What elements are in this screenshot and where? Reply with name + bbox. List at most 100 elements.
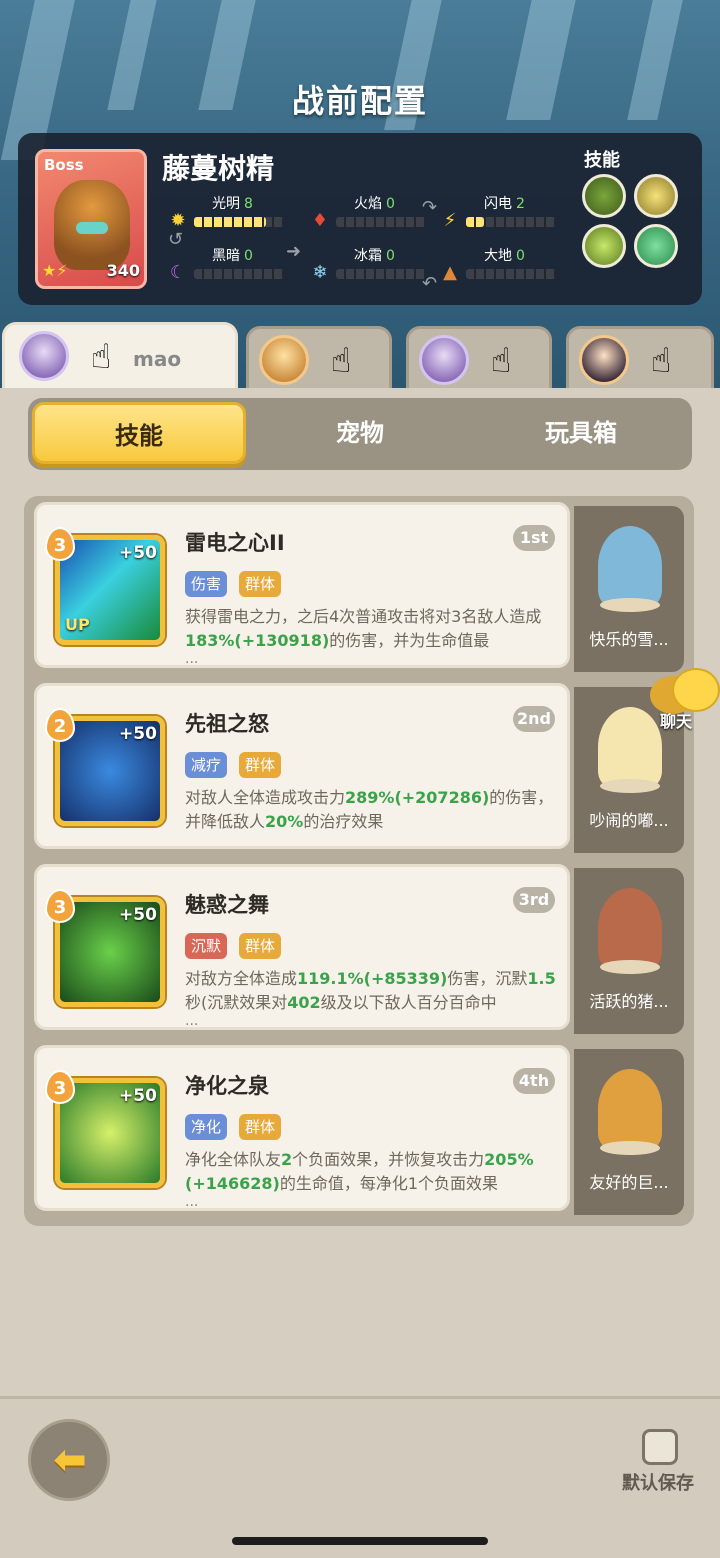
moon-icon: ☾ xyxy=(169,262,187,283)
stat-lightning: 闪电 2 ⚡ xyxy=(440,193,570,233)
pet-base xyxy=(600,779,660,793)
star-icon: ★⚡ xyxy=(42,261,68,280)
skill-tag: 群体 xyxy=(239,571,282,597)
skill-tag: 群体 xyxy=(239,1114,282,1140)
skill-tag: 净化 xyxy=(185,1114,228,1140)
back-button[interactable]: ⬅ xyxy=(28,1419,110,1501)
boss-tag: Boss xyxy=(44,156,84,174)
tab-toybox[interactable]: 玩具箱 xyxy=(474,402,688,464)
chat-button[interactable]: 聊天 xyxy=(648,668,720,732)
player-tab[interactable]: ☝ xyxy=(246,326,392,390)
pet-name: 吵闹的嘟... xyxy=(589,811,669,830)
default-save-label: 默认保存 xyxy=(622,1473,694,1494)
pet-figure xyxy=(598,888,662,968)
boss-level: 340 xyxy=(106,261,140,280)
skill-tag: 减疗 xyxy=(185,752,228,778)
tab-pets[interactable]: 宠物 xyxy=(253,402,467,464)
stat-ice: 冰霜 0 ❄ xyxy=(310,245,440,285)
skill-bonus: +50 xyxy=(119,905,157,925)
default-save-checkbox[interactable] xyxy=(642,1429,678,1465)
skill-rank-badge: 4th xyxy=(513,1068,555,1094)
pet-figure xyxy=(598,1069,662,1149)
boss-skills-label: 技能 xyxy=(584,150,620,171)
boss-name: 藤蔓树精 xyxy=(162,152,275,185)
hand-icon: ☝ xyxy=(90,337,112,377)
pet-base xyxy=(600,598,660,612)
skill-card[interactable]: 3 +50 净化之泉 4th 净化 群体 净化全体队友2个负面效果，并恢复攻击力205%(+… xyxy=(34,1045,570,1211)
skill-rank-badge: 2nd xyxy=(513,706,555,732)
bottom-bar: ⬅ 默认保存 xyxy=(0,1396,720,1558)
skill-bonus: +50 xyxy=(119,543,157,563)
cycle-arrow-icon: ↺ xyxy=(168,229,184,250)
skill-card[interactable]: 3 +50 UP 雷电之心II 1st 伤害 群体 获得雷电之力，之后4次普通攻击将对3名敌人… xyxy=(34,502,570,668)
skill-description: 获得雷电之力，之后4次普通攻击将对3名敌人造成183%(+130918)的伤害，… xyxy=(185,607,542,650)
stat-earth: 大地 0 ▲ xyxy=(440,245,570,285)
skill-tag: 伤害 xyxy=(185,571,228,597)
cycle-arrow-icon: ↷ xyxy=(422,197,438,218)
cycle-arrow-icon: ➜ xyxy=(286,241,302,262)
cycle-arrow-icon: ↶ xyxy=(422,273,438,294)
pet-figure xyxy=(598,526,662,606)
player-tab-mao[interactable]: ☝ mao xyxy=(2,322,238,390)
skill-name: 雷电之心II xyxy=(185,531,285,555)
boss-card[interactable]: Boss ★⚡ 340 xyxy=(35,149,147,289)
skill-tag: 群体 xyxy=(239,933,282,959)
lightning-icon: ⚡ xyxy=(443,210,457,231)
skill-description: 对敌人全体造成攻击力289%(+207286)的伤害，并降低敌人20%的治疗效果 xyxy=(185,788,554,831)
segment-control: 技能 宠物 玩具箱 xyxy=(28,398,692,470)
player-tabs: ☝ mao ☝ ☝ ☝ xyxy=(0,322,720,392)
skill-name: 魅惑之舞 xyxy=(185,893,269,917)
pet-name: 活跃的猪... xyxy=(589,992,669,1011)
more-indicator: ... xyxy=(185,1013,199,1029)
boss-skill-icon[interactable] xyxy=(582,224,626,268)
player-tab[interactable]: ☝ xyxy=(406,326,552,390)
stat-fill xyxy=(466,217,484,227)
hand-icon: ☝ xyxy=(330,341,352,381)
pet-slot[interactable]: 活跃的猪... xyxy=(574,868,684,1034)
boss-skill-icon[interactable] xyxy=(634,224,678,268)
player-tab[interactable]: ☝ xyxy=(566,326,714,390)
avatar xyxy=(19,331,69,381)
pet-base xyxy=(600,1141,660,1155)
back-arrow-icon: ⬅ xyxy=(53,1437,87,1483)
skill-rank-badge: 1st xyxy=(513,525,555,551)
avatar xyxy=(419,335,469,385)
skill-tag: 群体 xyxy=(239,752,282,778)
skill-card[interactable]: 2 +50 先祖之怒 2nd 减疗 群体 对敌人全体造成攻击力289%(+207286)的伤… xyxy=(34,683,570,849)
hand-icon: ☝ xyxy=(650,341,672,381)
smiley-icon xyxy=(672,668,720,712)
pet-slot[interactable]: 友好的巨... xyxy=(574,1049,684,1215)
skill-name: 净化之泉 xyxy=(185,1074,269,1098)
pet-name: 快乐的雪... xyxy=(589,630,669,649)
pet-name: 友好的巨... xyxy=(589,1173,669,1192)
player-name: mao xyxy=(133,347,182,371)
stat-dark: 黑暗 0 ☾ xyxy=(168,245,298,285)
boss-skill-icon[interactable] xyxy=(582,174,626,218)
earth-icon: ▲ xyxy=(443,262,457,283)
pet-slot[interactable]: 快乐的雪... xyxy=(574,506,684,672)
sun-icon: ✹ xyxy=(170,210,186,231)
skill-card[interactable]: 3 +50 魅惑之舞 3rd 沉默 群体对敌方全体造成119.1%(+85339)伤害，沉… xyxy=(34,864,570,1030)
fire-icon: ♦ xyxy=(311,210,329,231)
skill-level-badge: 3 xyxy=(45,1070,75,1104)
stat-light: 光明 8 ✹ xyxy=(168,193,298,233)
page-title: 战前配置 xyxy=(291,82,428,120)
home-indicator[interactable] xyxy=(232,1537,488,1545)
skill-bonus: +50 xyxy=(119,1086,157,1106)
avatar xyxy=(259,335,309,385)
skill-bonus: +50 xyxy=(119,724,157,744)
more-indicator: ... xyxy=(185,651,199,667)
skill-name: 先祖之怒 xyxy=(185,712,269,736)
skill-tag: 沉默 xyxy=(185,933,228,959)
boss-portrait xyxy=(54,180,130,270)
chat-label: 聊天 xyxy=(660,712,693,731)
skill-up-label: UP xyxy=(65,615,90,634)
pet-base xyxy=(600,960,660,974)
boss-skill-icon[interactable] xyxy=(634,174,678,218)
tab-skills[interactable]: 技能 xyxy=(32,402,246,464)
skill-description: 对敌方全体造成119.1%(+85339)伤害，沉默1.5秒(沉默效果对402级… xyxy=(185,969,556,1012)
skill-rank-badge: 3rd xyxy=(513,887,555,913)
avatar xyxy=(579,335,629,385)
skill-level-badge: 3 xyxy=(45,889,75,923)
snowflake-icon: ❄ xyxy=(312,262,328,283)
